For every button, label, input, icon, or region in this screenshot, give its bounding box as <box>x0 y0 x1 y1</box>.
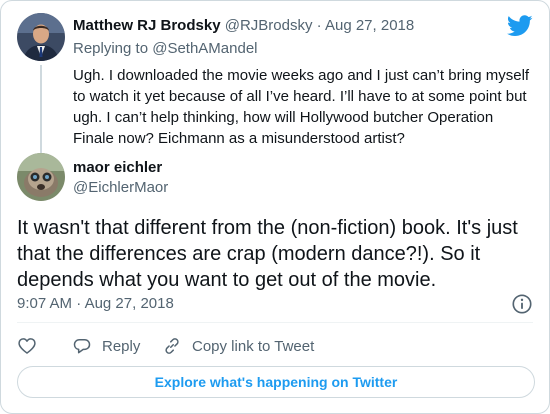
reply-button[interactable]: Reply <box>72 334 140 358</box>
avatar[interactable] <box>17 13 65 61</box>
replying-prefix: Replying to <box>73 40 149 57</box>
divider <box>17 322 533 323</box>
parent-tweet: Matthew RJ Brodsky @RJBrodsky · Aug 27, … <box>17 13 537 157</box>
info-icon[interactable] <box>511 293 533 315</box>
parent-tweet-header: Matthew RJ Brodsky @RJBrodsky · Aug 27, … <box>73 17 414 35</box>
reply-bubble-icon <box>73 339 91 354</box>
parent-tweet-text: Ugh. I downloaded the movie weeks ago an… <box>73 67 530 147</box>
copy-link-label: Copy link to Tweet <box>192 337 315 355</box>
tweet-time[interactable]: 9:07 AM <box>17 295 72 312</box>
separator: · <box>76 295 82 312</box>
author-name[interactable]: Matthew RJ Brodsky <box>73 17 221 34</box>
author-handle[interactable]: @RJBrodsky <box>225 17 313 34</box>
main-tweet-header: maor eichler @EichlerMaor <box>17 153 417 201</box>
tweet-timestamp[interactable]: 9:07 AM · Aug 27, 2018 <box>17 295 174 313</box>
link-icon <box>165 338 179 354</box>
explore-twitter-button[interactable]: Explore what's happening on Twitter <box>17 366 535 398</box>
replying-to: Replying to @SethAMandel <box>73 40 258 58</box>
heart-icon <box>18 338 36 354</box>
author-name[interactable]: maor eichler <box>73 159 162 177</box>
tweet-date[interactable]: Aug 27, 2018 <box>325 17 414 34</box>
separator: · <box>316 17 322 34</box>
replying-handle-link[interactable]: @SethAMandel <box>152 40 257 57</box>
thread-connector <box>40 65 42 157</box>
tweet-date[interactable]: Aug 27, 2018 <box>85 295 174 312</box>
copy-link-button[interactable]: Copy link to Tweet <box>162 334 314 358</box>
like-button[interactable] <box>17 334 37 358</box>
avatar[interactable] <box>17 153 65 201</box>
author-handle[interactable]: @EichlerMaor <box>73 179 168 197</box>
tweet-actions: Reply Copy link to Tweet <box>17 334 517 358</box>
reply-label: Reply <box>102 337 141 355</box>
main-tweet-text: It wasn't that different from the (non-f… <box>17 217 518 291</box>
embedded-tweet-card: Matthew RJ Brodsky @RJBrodsky · Aug 27, … <box>0 0 550 414</box>
